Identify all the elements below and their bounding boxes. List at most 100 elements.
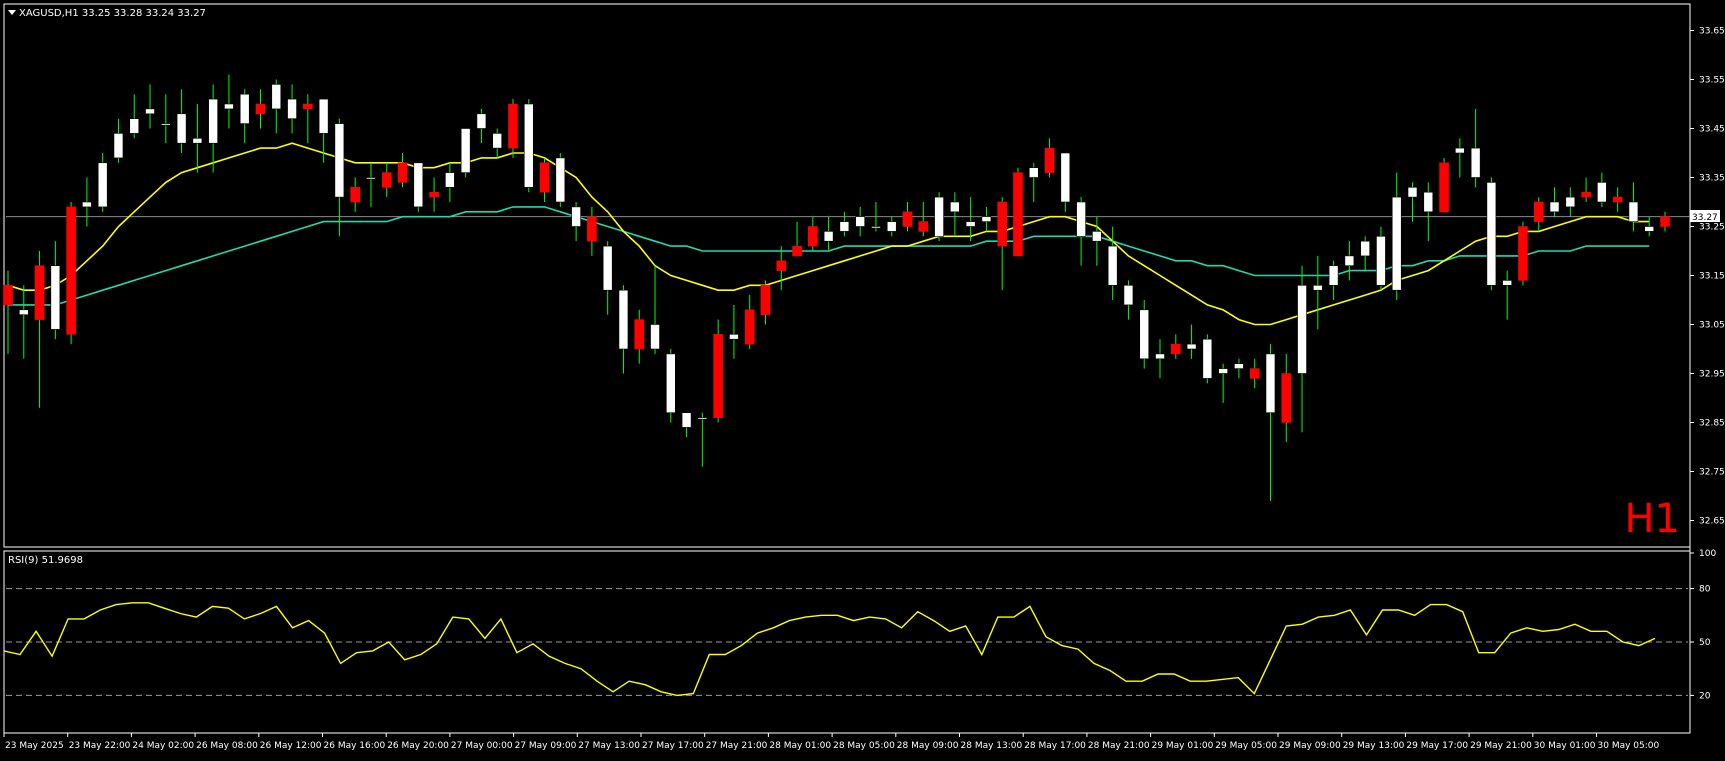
bull-candle-body — [555, 157, 566, 203]
candle — [1360, 236, 1370, 271]
time-tick-label: 27 May 13:00 — [578, 741, 640, 751]
candle — [113, 118, 124, 163]
candle — [445, 162, 455, 202]
bull-candle-body — [1597, 182, 1607, 203]
bull-candle-body — [650, 324, 660, 350]
bull-candle-body — [318, 98, 329, 134]
rsi-line-group — [3, 602, 1656, 697]
bull-candle-body — [1470, 147, 1481, 178]
candle — [287, 84, 297, 134]
bull-candle-body — [1265, 353, 1276, 413]
bull-candle-body — [271, 84, 282, 110]
time-tick-label: 28 May 05:00 — [833, 741, 895, 751]
bear-candle-body — [997, 201, 1008, 247]
candle — [82, 177, 92, 227]
candle — [571, 202, 581, 242]
bull-candle-body — [1628, 201, 1639, 222]
bull-candle-body — [981, 216, 992, 222]
bull-candle-body — [1455, 147, 1465, 154]
bull-candle-body — [492, 133, 503, 149]
bear-candle-body — [713, 333, 723, 418]
bear-candle-body — [760, 284, 771, 315]
candle — [823, 216, 834, 251]
candle — [1344, 241, 1355, 281]
bull-candle-body — [176, 113, 187, 144]
bull-candle-body — [1502, 280, 1512, 286]
moving-averages — [6, 142, 1690, 326]
main-pane-frame — [3, 3, 1691, 548]
bull-candle-body — [1155, 353, 1165, 360]
rsi-label: RSI(9) 51.9698 — [8, 555, 83, 566]
bear-candle-body — [1170, 343, 1181, 355]
time-tick-label: 27 May 17:00 — [642, 741, 704, 751]
time-tick-label: 27 May 09:00 — [515, 741, 577, 751]
bear-candle-body — [429, 191, 439, 198]
bear-candle-body — [255, 103, 266, 115]
chart-canvas[interactable]: 32.65 32.75 32.85 32.95 33.05 33.15 33.25 33.35… — [0, 0, 1725, 757]
chart-window[interactable]: 32.65 32.75 32.85 32.95 33.05 33.15 33.25 33.35… — [0, 0, 1725, 757]
candle — [555, 153, 566, 207]
candle — [129, 94, 140, 139]
candle — [650, 265, 660, 354]
candle — [1518, 221, 1528, 286]
price-tick-label: 32.65 — [1699, 517, 1725, 527]
candle — [397, 153, 408, 188]
candle — [1234, 358, 1244, 379]
candle — [618, 285, 629, 374]
candle — [1597, 172, 1607, 207]
bear-candle-body — [397, 162, 408, 183]
candle — [161, 94, 171, 144]
rsi-tick-label: 80 — [1699, 585, 1711, 595]
candle — [334, 118, 345, 237]
bull-candle-body — [571, 206, 581, 227]
candle — [66, 202, 76, 345]
time-tick-label: 26 May 16:00 — [324, 741, 386, 751]
candle — [808, 216, 818, 251]
bull-candle-body — [1360, 240, 1370, 257]
bull-candle-body — [665, 353, 676, 413]
bull-candle-body — [287, 98, 297, 119]
candle — [1123, 280, 1134, 320]
candle — [1265, 344, 1276, 501]
candle — [1202, 334, 1213, 384]
candle — [1076, 197, 1086, 266]
bull-candle-body — [129, 118, 140, 134]
bull-candle-body — [1376, 236, 1386, 286]
price-tick-label: 33.55 — [1699, 76, 1725, 86]
candle — [429, 177, 439, 212]
bull-candle-body — [97, 162, 108, 208]
bull-candle-body — [965, 221, 976, 227]
price-tick-label: 33.15 — [1699, 272, 1725, 282]
bull-candle-body — [1202, 338, 1213, 379]
candle — [729, 304, 739, 359]
bull-candle-body — [934, 196, 944, 237]
bull-candle-body — [523, 103, 534, 188]
candles — [3, 74, 1670, 501]
bull-candle-body — [145, 108, 155, 115]
time-tick-label: 29 May 13:00 — [1343, 741, 1405, 751]
candle — [1423, 182, 1434, 242]
price-tick-label: 32.85 — [1699, 419, 1725, 429]
candle — [839, 211, 850, 237]
candle — [476, 108, 487, 144]
time-tick-label: 23 May 22:00 — [69, 741, 131, 751]
bull-candle-body — [113, 133, 124, 159]
price-tick-label: 33.35 — [1699, 174, 1725, 184]
bull-candle-body — [224, 103, 234, 110]
candle — [1644, 216, 1655, 237]
candle — [855, 206, 865, 237]
price-tick-label: 32.75 — [1699, 468, 1725, 478]
bear-candle-body — [1518, 226, 1528, 281]
time-tick-label: 30 May 01:00 — [1534, 741, 1596, 751]
candle — [50, 241, 61, 340]
candle — [18, 285, 29, 359]
candle — [1328, 260, 1339, 300]
bull-candle-body — [18, 309, 29, 315]
bull-candle-body — [82, 201, 92, 208]
current-price-label: 33.27 — [1692, 213, 1718, 223]
candle — [255, 89, 266, 129]
dropdown-triangle-icon[interactable] — [8, 10, 16, 15]
price-tick-label: 33.25 — [1699, 223, 1725, 233]
time-tick-label: 30 May 05:00 — [1598, 741, 1660, 751]
candle — [271, 79, 282, 134]
